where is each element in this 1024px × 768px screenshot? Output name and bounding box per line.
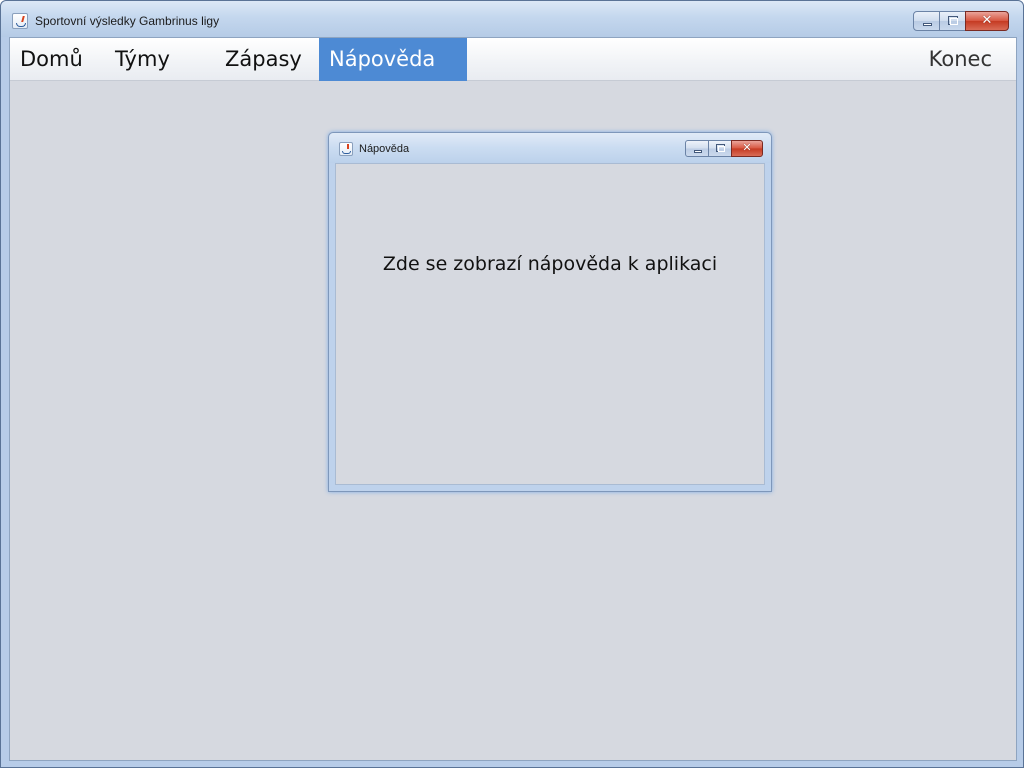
title-bar[interactable]: Sportovní výsledky Gambrinus ligy ✕ xyxy=(1,1,1023,37)
window-title: Sportovní výsledky Gambrinus ligy xyxy=(35,14,220,28)
help-window: Nápověda ✕ Zde se zobrazí nápověda k apl… xyxy=(328,132,772,492)
desktop-pane: Nápověda ✕ Zde se zobrazí nápověda k apl… xyxy=(10,82,1016,760)
help-text: Zde se zobrazí nápověda k aplikaci xyxy=(382,253,718,275)
minimize-icon xyxy=(694,150,702,153)
help-close-button[interactable]: ✕ xyxy=(731,140,763,157)
minimize-button[interactable] xyxy=(913,11,940,31)
help-window-controls: ✕ xyxy=(685,140,763,157)
menu-bar: Domů Týmy Zápasy Nápověda Konec xyxy=(10,38,1016,81)
close-icon: ✕ xyxy=(981,13,993,28)
help-maximize-button[interactable] xyxy=(708,140,732,157)
menu-item-domu[interactable]: Domů xyxy=(10,38,93,81)
minimize-icon xyxy=(923,23,932,26)
help-window-title-bar[interactable]: Nápověda ✕ xyxy=(329,133,771,163)
main-window: Sportovní výsledky Gambrinus ligy ✕ Domů… xyxy=(0,0,1024,768)
menu-item-zapasy[interactable]: Zápasy xyxy=(215,38,312,81)
java-cup-icon[interactable] xyxy=(12,13,28,29)
window-controls: ✕ xyxy=(913,11,1009,32)
client-area: Domů Týmy Zápasy Nápověda Konec Nápověda xyxy=(9,37,1017,761)
menu-item-konec[interactable]: Konec xyxy=(919,38,1002,81)
help-content-pane: Zde se zobrazí nápověda k aplikaci xyxy=(335,163,765,485)
menu-item-napoveda[interactable]: Nápověda xyxy=(319,38,467,81)
maximize-icon xyxy=(948,16,958,25)
help-minimize-button[interactable] xyxy=(685,140,709,157)
maximize-button[interactable] xyxy=(939,11,966,31)
close-icon: ✕ xyxy=(742,141,752,154)
java-cup-icon[interactable] xyxy=(339,142,353,156)
menu-item-tymy[interactable]: Týmy xyxy=(105,38,180,81)
help-window-title: Nápověda xyxy=(359,143,410,155)
close-button[interactable]: ✕ xyxy=(965,11,1009,31)
maximize-icon xyxy=(716,144,725,152)
